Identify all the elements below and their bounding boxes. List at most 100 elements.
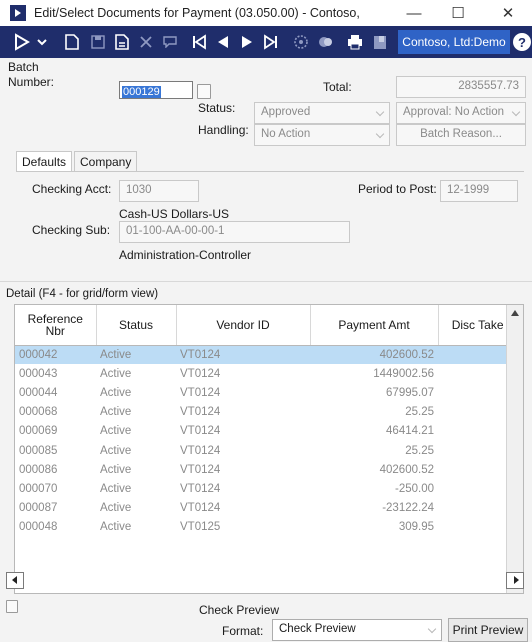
table-row[interactable]: 000042 Active VT0124 402600.52 [15,345,508,365]
detail-table: Reference Nbr Status Vendor ID Payment A… [15,305,509,537]
period-label: Period to Post: [358,182,437,196]
divider [0,281,532,282]
first-record-icon[interactable] [188,30,210,54]
delete-icon[interactable] [136,30,156,54]
amount-cell: 25.25 [405,406,434,419]
discount-cell [438,403,508,422]
minimize-button[interactable]: — [392,0,436,26]
attachment-icon[interactable] [290,30,312,54]
scroll-up-icon[interactable] [511,310,519,316]
status-cell: Active [100,386,132,399]
column-header[interactable]: Reference Nbr [15,305,97,346]
detail-label: Detail (F4 - for grid/form view) [6,288,159,300]
vendor-cell: VT0124 [176,345,310,365]
new-document-icon[interactable] [62,30,82,54]
vendor-cell: VT0124 [180,425,221,438]
status-cell: Active [100,482,132,495]
title-bar: Edit/Select Documents for Payment (03.05… [0,0,532,26]
table-row[interactable]: 000044 Active VT0124 67995.07 [15,383,508,402]
status-cell: Active [100,444,132,457]
discount-cell [438,479,508,498]
ref-cell: 000069 [19,425,58,438]
format-label: Format: [222,624,264,638]
amount-cell: 67995.07 [386,386,434,399]
batch-number-input[interactable]: 000129 [119,81,193,99]
check-preview-label: Check Preview [199,603,280,617]
status-cell: Active [100,521,132,534]
column-header[interactable]: Payment Amt [310,305,439,346]
document-icon[interactable] [112,30,132,54]
table-row[interactable]: 000069 Active VT0124 46414.21 [15,422,508,441]
view-icon[interactable] [314,30,336,54]
comment-icon[interactable] [160,30,180,54]
table-row[interactable]: 000043 Active VT0124 1449002.56 [15,364,508,383]
table-row[interactable]: 000086 Active VT0124 402600.52 [15,460,508,479]
discount-cell [438,383,508,402]
vertical-scrollbar[interactable] [506,305,523,593]
scroll-left-button[interactable] [6,572,24,589]
ref-cell: 000068 [19,406,58,419]
amount-cell: -23122.24 [382,502,434,515]
vendor-cell: VT0125 [180,521,221,534]
detail-grid[interactable]: Reference Nbr Status Vendor ID Payment A… [14,304,524,594]
amount-cell: 1449002.56 [373,367,434,380]
amount-cell: 25.25 [405,444,434,457]
discount-cell [438,460,508,479]
status-cell: Active [100,502,132,515]
print-preview-button[interactable]: Print Preview [448,618,528,642]
approval-select[interactable]: Approval: No Action [396,102,526,124]
vendor-cell: VT0124 [180,367,221,380]
next-record-icon[interactable] [236,30,258,54]
app-icon [10,5,26,21]
chevron-down-icon[interactable] [34,30,50,54]
discount-cell [438,422,508,441]
column-header[interactable]: Disc Take [438,305,509,346]
format-select[interactable]: Check Preview [272,619,442,641]
status-cell: Active [100,463,132,476]
vendor-cell: VT0124 [180,502,221,515]
period-field[interactable]: 12-1999 [440,180,518,202]
vendor-cell: VT0124 [180,386,221,399]
note-icon[interactable] [197,84,211,99]
company-button[interactable]: Contoso, Ltd:Demo [398,30,510,54]
table-row[interactable]: 000070 Active VT0124 -250.00 [15,479,508,498]
column-header[interactable]: Status [96,305,177,346]
scroll-right-button[interactable] [506,572,524,589]
bookmark-icon[interactable] [370,30,390,54]
amount-cell: -250.00 [394,482,434,495]
batch-section-label: Batch [8,60,39,74]
footer-note-icon[interactable] [6,600,18,613]
tab-company[interactable]: Company [74,151,138,171]
ref-cell: 000085 [19,444,58,457]
batch-reason-button[interactable]: Batch Reason... [396,124,526,146]
checking-acct-label: Checking Acct: [32,182,112,196]
maximize-button[interactable]: ☐ [436,0,480,26]
ref-cell: 000042 [15,345,96,365]
checking-acct-field[interactable]: 1030 [119,180,199,202]
save-icon[interactable] [88,30,108,54]
amount-cell: 309.95 [398,521,434,534]
status-cell: Active [100,406,132,419]
handling-select[interactable]: No Action [254,124,390,146]
previous-record-icon[interactable] [212,30,234,54]
table-row[interactable]: 000068 Active VT0124 25.25 [15,403,508,422]
ref-cell: 000070 [19,482,58,495]
play-menu-icon[interactable] [10,30,34,54]
status-cell: Active [100,367,132,380]
number-label: Number: [8,75,55,89]
table-row[interactable]: 000048 Active VT0125 309.95 [15,518,508,537]
help-icon[interactable]: ? [513,33,531,51]
discount-cell [438,499,508,518]
status-cell: Active [100,425,132,438]
tab-defaults[interactable]: Defaults [16,151,73,171]
checking-sub-field[interactable]: 01-100-AA-00-00-1 [119,221,350,243]
status-select[interactable]: Approved [254,102,390,124]
table-row[interactable]: 000087 Active VT0124 -23122.24 [15,499,508,518]
window-title: Edit/Select Documents for Payment (03.05… [34,6,364,20]
close-button[interactable]: ✕ [486,0,530,26]
handling-label: Handling: [198,123,249,137]
column-header[interactable]: Vendor ID [176,305,311,346]
table-row[interactable]: 000085 Active VT0124 25.25 [15,441,508,460]
print-icon[interactable] [344,30,366,54]
last-record-icon[interactable] [260,30,282,54]
